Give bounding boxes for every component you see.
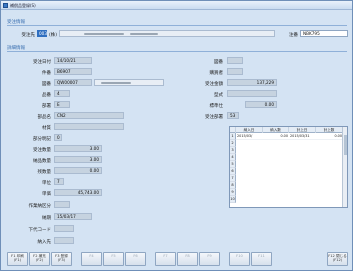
dept-label: 部署	[42, 104, 51, 109]
unit-price-field[interactable]: 45,743.00	[54, 189, 102, 196]
order-qty-label: 受注数量	[33, 148, 51, 153]
scrollbar-thumb[interactable]	[344, 135, 347, 155]
f12-sub: (F12)	[332, 258, 343, 262]
partial-field[interactable]: 0	[54, 134, 62, 141]
delivered-qty-field[interactable]: 3.00	[54, 156, 102, 163]
vendor-code-field[interactable]	[54, 225, 74, 232]
note-field[interactable]: NBK795	[300, 30, 348, 37]
type-field[interactable]	[227, 90, 277, 97]
grid-cell[interactable]: 2015/03/31	[289, 133, 316, 140]
f11-label: F11	[258, 254, 265, 258]
remaining-qty-field[interactable]: 0.00	[54, 167, 102, 174]
amount-label: 受注金額	[205, 82, 223, 87]
drawing-field[interactable]: QW00007	[54, 79, 92, 86]
material-label: 材質	[42, 126, 51, 131]
remaining-qty-label: 残数量	[37, 170, 52, 175]
grid-row-number: 10	[230, 196, 236, 203]
f7-label: F7	[163, 254, 168, 258]
f12-close-button[interactable]: F12 閉じる (F12)	[327, 252, 348, 266]
grid-row-number: 8	[230, 182, 236, 189]
section-divider	[7, 51, 347, 52]
receiver-field[interactable]	[54, 237, 74, 244]
f4-button[interactable]: F4	[81, 252, 102, 266]
f1-sub: (F1)	[13, 258, 22, 262]
delivered-qty-label: 納品数量	[33, 159, 51, 164]
drawing-name-field[interactable]	[94, 79, 164, 86]
title-bar: 補償品登録(S)	[1, 1, 352, 10]
drawing-no-field[interactable]	[227, 57, 243, 64]
grid-row-number: 3	[230, 147, 236, 154]
grid-row-number: 2	[230, 140, 236, 147]
f3-sub: (F3)	[57, 258, 66, 262]
note-label: 注番	[289, 33, 298, 38]
delivery-grid[interactable]: 納入日 納入数 計上日 計上数 1 2 3 4 5 6 7 8 9 10 201…	[229, 126, 348, 208]
f3-button[interactable]: F3 登録 (F3)	[51, 252, 72, 266]
grid-row-number: 4	[230, 154, 236, 161]
receiver-label: 納入先	[37, 240, 52, 245]
grid-row-number: 5	[230, 161, 236, 168]
kind-field[interactable]: 4	[54, 90, 70, 97]
standard-label: 標準仕	[209, 104, 224, 109]
customer-code-field[interactable]: 003	[37, 30, 47, 37]
unit-price-label: 単価	[42, 192, 51, 197]
drawing-label: 図番	[42, 82, 51, 87]
order-date-field[interactable]: 14/10/21	[54, 57, 92, 64]
due-field[interactable]: 15/03/17	[54, 213, 92, 220]
section-divider	[7, 25, 347, 26]
app-icon	[3, 3, 8, 8]
standard-field[interactable]: 0.00	[245, 101, 277, 108]
grid-row-number: 6	[230, 168, 236, 175]
kind-label: 品番	[42, 93, 51, 98]
f9-label: F9	[207, 254, 212, 258]
customer-label: 受注先	[21, 33, 36, 38]
material-field[interactable]	[54, 123, 124, 130]
grid-row-number: 7	[230, 175, 236, 182]
f11-button[interactable]: F11	[251, 252, 272, 266]
f8-button[interactable]: F8	[177, 252, 198, 266]
order-dept-label: 受注部署	[205, 115, 223, 120]
amount-field[interactable]: 137,229	[227, 79, 277, 86]
due-label: 納期	[42, 216, 51, 221]
unit-label: 単位	[42, 181, 51, 186]
partial-label: 部分明記	[33, 137, 51, 142]
drawing-no-label: 図番	[214, 60, 223, 65]
f2-button[interactable]: F2 補充 (F2)	[29, 252, 50, 266]
part-name-field[interactable]: CN2	[54, 112, 124, 119]
case-no-field[interactable]: B6907	[54, 68, 92, 75]
case-no-label: 件番	[42, 71, 51, 76]
grid-row-number: 9	[230, 189, 236, 196]
buyer-label: 購買者	[209, 71, 224, 76]
f5-label: F5	[111, 254, 116, 258]
main-window: 補償品登録(S) 受注情報 受注先 003 (株) 注番 NBK795 詳細情報…	[0, 0, 353, 271]
grid-cell[interactable]: 0.00	[263, 133, 289, 140]
part-name-label: 部品名	[37, 115, 52, 120]
f6-label: F6	[133, 254, 138, 258]
f4-label: F4	[89, 254, 94, 258]
customer-company-label: (株)	[49, 33, 58, 38]
f5-button[interactable]: F5	[103, 252, 124, 266]
window-title: 補償品登録(S)	[10, 3, 36, 8]
f8-label: F8	[185, 254, 190, 258]
unit-field[interactable]: 7	[54, 178, 64, 185]
ship-type-label: 作業納区分	[28, 204, 52, 209]
order-dept-field[interactable]: 53	[227, 112, 239, 119]
f7-button[interactable]: F7	[155, 252, 176, 266]
grid-scrollbar[interactable]	[342, 127, 347, 207]
type-label: 型式	[214, 93, 223, 98]
grid-cell[interactable]: 0.00	[316, 133, 343, 140]
buyer-field[interactable]	[227, 68, 243, 75]
grid-cell[interactable]: 2015/03/	[236, 133, 263, 140]
f2-sub: (F2)	[35, 258, 44, 262]
order-qty-field[interactable]: 3.00	[54, 145, 102, 152]
dept-field[interactable]: E	[54, 101, 70, 108]
f6-button[interactable]: F6	[125, 252, 146, 266]
order-date-label: 受注日付	[33, 60, 51, 65]
customer-name-field[interactable]	[59, 30, 275, 37]
f10-button[interactable]: F10	[229, 252, 250, 266]
f9-button[interactable]: F9	[199, 252, 220, 266]
f1-button[interactable]: F1 印刷 (F1)	[7, 252, 28, 266]
vendor-code-label: 下代コード	[28, 228, 52, 233]
ship-type-field[interactable]	[54, 201, 70, 208]
f10-label: F10	[236, 254, 243, 258]
